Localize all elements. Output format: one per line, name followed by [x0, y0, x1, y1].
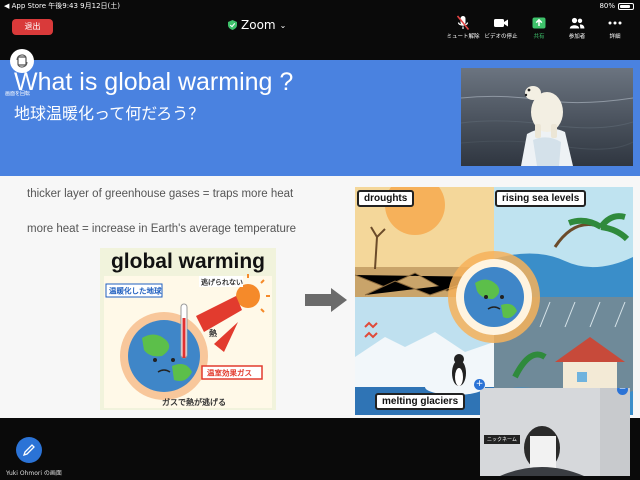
arrow-right-icon	[305, 288, 347, 312]
polar-bear-image	[461, 68, 633, 166]
label-heat: 熱	[209, 328, 217, 338]
stop-video-button[interactable]: ビデオの停止	[482, 13, 520, 40]
rotate-screen-label: 画面を回転	[5, 91, 31, 97]
mic-off-icon	[456, 15, 470, 31]
toolbar-tools: ミュート解除 ビデオの停止 共有 参加者 詳細	[444, 13, 634, 40]
leave-button[interactable]: 退出	[12, 19, 53, 35]
unmute-button[interactable]: ミュート解除	[444, 13, 482, 40]
slide-title-en: What is global warming ?	[14, 68, 294, 96]
slide-title-banner: What is global warming ? 地球温暖化って何だろう？	[0, 60, 640, 176]
screen-owner-label: Yuki Ohmori の画面	[6, 470, 62, 477]
more-icon	[608, 21, 622, 25]
label-warmed-earth: 温暖化した地球	[109, 286, 162, 296]
status-bar: ◀ App Store 午後9:43 9月12日(土) 80%	[0, 0, 640, 12]
app-title: Zoom	[241, 18, 276, 32]
more-label: 詳細	[609, 34, 621, 40]
status-left-text: ◀ App Store 午後9:43 9月12日(土)	[4, 2, 121, 10]
stop-video-label: ビデオの停止	[484, 34, 518, 40]
unmute-label: ミュート解除	[446, 34, 480, 40]
chevron-down-icon: ⌄	[279, 20, 287, 30]
label-gas-heat-escape: ガスで熱が逃げる	[162, 397, 226, 407]
share-label: 共有	[533, 34, 545, 40]
self-video-preview[interactable]: ニックネーム −	[480, 388, 630, 476]
self-name-label: ニックネーム	[484, 435, 520, 444]
participants-icon	[569, 17, 585, 29]
global-warming-diagram: global warming 温暖化した地球 逃げられない 熱 温室効果ガス ガ…	[100, 248, 276, 410]
meeting-title[interactable]: Zoom ⌄	[228, 18, 286, 32]
more-button[interactable]: 詳細	[596, 13, 634, 40]
label-rising-sea-levels: rising sea levels	[495, 190, 587, 207]
rotate-icon	[16, 54, 28, 68]
battery-icon	[618, 2, 634, 10]
shared-screen-slide: What is global warming ? 地球温暖化って何だろう？ th…	[0, 60, 640, 418]
label-cannot-escape: 逃げられない	[201, 278, 243, 287]
label-melting-glaciers: melting glaciers	[375, 393, 466, 410]
pencil-icon	[22, 444, 35, 457]
video-icon	[494, 19, 508, 27]
slide-text-temperature: more heat = increase in Earth's average …	[27, 223, 297, 235]
zoom-toolbar: 退出 Zoom ⌄ ミュート解除 ビデオの停止 共有 参加者 詳細	[0, 12, 640, 42]
share-icon	[532, 17, 546, 29]
participants-button[interactable]: 参加者	[558, 13, 596, 40]
rotate-screen-button[interactable]	[10, 49, 34, 73]
label-greenhouse-gas: 温室効果ガス	[207, 368, 252, 378]
share-button[interactable]: 共有	[520, 13, 558, 40]
security-shield-icon	[228, 20, 237, 30]
label-droughts: droughts	[357, 190, 415, 207]
climate-effects-illustration: droughts rising sea levels melting glaci…	[355, 187, 633, 415]
slide-title-ja: 地球温暖化って何だろう？	[14, 104, 205, 123]
participants-label: 参加者	[568, 34, 586, 40]
status-right: 80%	[599, 0, 634, 12]
slide-text-greenhouse: thicker layer of greenhouse gases = trap…	[27, 188, 294, 200]
self-view-expand-icon[interactable]: +	[474, 379, 485, 390]
battery-percent: 80%	[599, 2, 615, 10]
annotate-button[interactable]	[16, 437, 42, 463]
